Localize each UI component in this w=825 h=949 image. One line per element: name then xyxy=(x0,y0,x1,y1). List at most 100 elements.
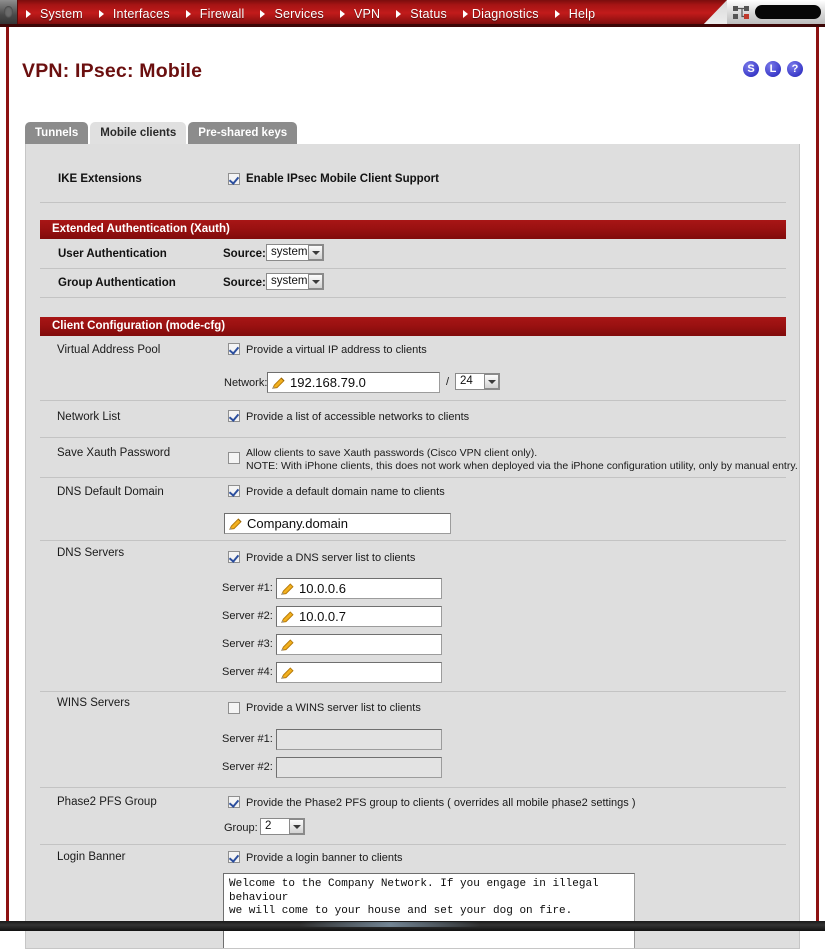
settings-panel: IKE Extensions Enable IPsec Mobile Clien… xyxy=(25,144,800,949)
nav-right-slope xyxy=(701,0,727,27)
group-auth-source-select[interactable]: system xyxy=(266,273,324,290)
nav-item-label: VPN xyxy=(353,6,381,21)
phase2-group-label: Group: xyxy=(224,822,258,834)
phase2-pfs-group-checkbox[interactable] xyxy=(228,796,240,808)
bottom-glint xyxy=(300,922,480,927)
login-banner-checkbox-label: Provide a login banner to clients xyxy=(246,852,403,864)
triangle-right-icon xyxy=(339,9,345,18)
edit-pencil-icon xyxy=(229,518,242,530)
ike-extensions-label: IKE Extensions xyxy=(58,173,142,185)
triangle-right-icon xyxy=(554,9,560,18)
user-auth-source-select[interactable]: system xyxy=(266,244,324,261)
edit-pencil-icon xyxy=(281,611,294,623)
login-banner-textarea[interactable]: Welcome to the Company Network. If you e… xyxy=(223,873,635,948)
dns-servers-checkbox[interactable] xyxy=(228,551,240,563)
tab-tunnels[interactable]: Tunnels xyxy=(25,122,89,144)
enable-ipsec-mobile-label: Enable IPsec Mobile Client Support xyxy=(246,173,439,185)
triangle-right-icon xyxy=(26,9,31,18)
wins-servers-checkbox-label: Provide a WINS server list to clients xyxy=(246,702,421,714)
status-icon[interactable]: S xyxy=(743,61,759,77)
user-authentication-label: User Authentication xyxy=(58,248,167,260)
save-xauth-password-checkbox[interactable] xyxy=(228,452,240,464)
divider xyxy=(40,400,786,401)
help-icon[interactable]: ? xyxy=(787,61,803,77)
edit-pencil-icon xyxy=(281,583,294,595)
network-label: Network: xyxy=(224,377,268,389)
group-auth-source-label: Source: xyxy=(223,277,266,289)
wins-servers-label: WINS Servers xyxy=(57,697,130,709)
section-client-configuration: Client Configuration (mode-cfg) xyxy=(40,317,786,336)
dns-default-domain-input[interactable]: Company.domain xyxy=(224,513,451,534)
page-content: VPN: IPsec: Mobile S L ? Tunnels Mobile … xyxy=(9,27,816,949)
phase2-group-select[interactable]: 2 xyxy=(260,818,305,835)
dns-server-2-input[interactable]: 10.0.0.7 xyxy=(276,606,442,627)
nav-item-system[interactable]: System xyxy=(18,0,91,27)
nav-item-vpn[interactable]: VPN xyxy=(332,0,388,27)
divider xyxy=(40,268,786,269)
dns-server-4-label: Server #4: xyxy=(222,666,273,678)
page-title: VPN: IPsec: Mobile xyxy=(22,60,203,82)
user-auth-source-value: system xyxy=(271,246,308,258)
nav-item-label: Status xyxy=(410,6,447,21)
wins-server-2-label: Server #2: xyxy=(222,761,273,773)
phase2-group-value: 2 xyxy=(265,820,272,832)
dns-server-1-input[interactable]: 10.0.0.6 xyxy=(276,578,442,599)
triangle-right-icon xyxy=(98,9,104,18)
nav-item-diagnostics[interactable]: Diagnostics xyxy=(455,0,547,27)
triangle-right-icon xyxy=(260,9,266,18)
nav-left-cap xyxy=(0,0,18,27)
triangle-right-icon xyxy=(185,9,191,18)
network-input-value: 192.168.79.0 xyxy=(290,375,366,390)
bottom-status-strip xyxy=(0,921,825,931)
dns-default-domain-checkbox[interactable] xyxy=(228,485,240,497)
tab-mobile-clients[interactable]: Mobile clients xyxy=(90,122,187,144)
enable-ipsec-mobile-checkbox[interactable] xyxy=(228,173,240,185)
section-extended-authentication: Extended Authentication (Xauth) xyxy=(40,220,786,239)
wins-servers-checkbox[interactable] xyxy=(228,702,240,714)
dns-servers-label: DNS Servers xyxy=(57,547,125,559)
network-mask-select[interactable]: 24 xyxy=(455,373,500,390)
nav-item-label: Services xyxy=(274,6,324,21)
nav-item-label: Diagnostics xyxy=(471,6,539,21)
chevron-down-icon xyxy=(484,374,499,389)
network-nodes-icon xyxy=(733,6,749,19)
divider xyxy=(40,477,786,478)
network-list-checkbox-label: Provide a list of accessible networks to… xyxy=(246,411,470,423)
dns-server-3-input[interactable] xyxy=(276,634,442,655)
tab-bar: Tunnels Mobile clients Pre-shared keys xyxy=(25,122,299,144)
dns-default-domain-value: Company.domain xyxy=(247,516,348,531)
page-right-border xyxy=(816,27,819,931)
nav-item-status[interactable]: Status xyxy=(388,0,455,27)
virtual-ip-checkbox-label: Provide a virtual IP address to clients xyxy=(246,344,427,356)
chevron-down-icon xyxy=(308,274,323,289)
login-banner-label: Login Banner xyxy=(57,851,126,863)
tab-pre-shared-keys[interactable]: Pre-shared keys xyxy=(188,122,298,144)
group-auth-source-value: system xyxy=(271,275,308,287)
dns-default-domain-label: DNS Default Domain xyxy=(57,486,164,498)
chevron-down-icon xyxy=(289,819,304,834)
network-list-checkbox[interactable] xyxy=(228,410,240,422)
wins-server-1-input[interactable] xyxy=(276,729,442,750)
nav-item-services[interactable]: Services xyxy=(252,0,332,27)
wins-server-2-input[interactable] xyxy=(276,757,442,778)
network-input[interactable]: 192.168.79.0 xyxy=(267,372,440,393)
triangle-right-icon xyxy=(396,9,402,18)
log-icon[interactable]: L xyxy=(765,61,781,77)
nav-item-label: Interfaces xyxy=(112,6,170,21)
nav-item-interfaces[interactable]: Interfaces xyxy=(91,0,178,27)
save-xauth-password-checkbox-label: Allow clients to save Xauth passwords (C… xyxy=(246,447,538,459)
login-banner-checkbox[interactable] xyxy=(228,851,240,863)
nav-item-help[interactable]: Help xyxy=(547,0,604,27)
redacted-hostname xyxy=(755,5,821,19)
header-icon-group: S L ? xyxy=(743,61,803,77)
edit-pencil-icon xyxy=(272,377,285,389)
nav-item-firewall[interactable]: Firewall xyxy=(178,0,253,27)
virtual-ip-checkbox[interactable] xyxy=(228,343,240,355)
divider xyxy=(40,691,786,692)
nav-item-label: Help xyxy=(568,6,596,21)
dns-server-2-label: Server #2: xyxy=(222,610,273,622)
nav-item-label: System xyxy=(40,6,83,21)
nav-cap-hole-icon xyxy=(4,6,13,18)
virtual-address-pool-label: Virtual Address Pool xyxy=(57,344,161,356)
dns-server-4-input[interactable] xyxy=(276,662,442,683)
